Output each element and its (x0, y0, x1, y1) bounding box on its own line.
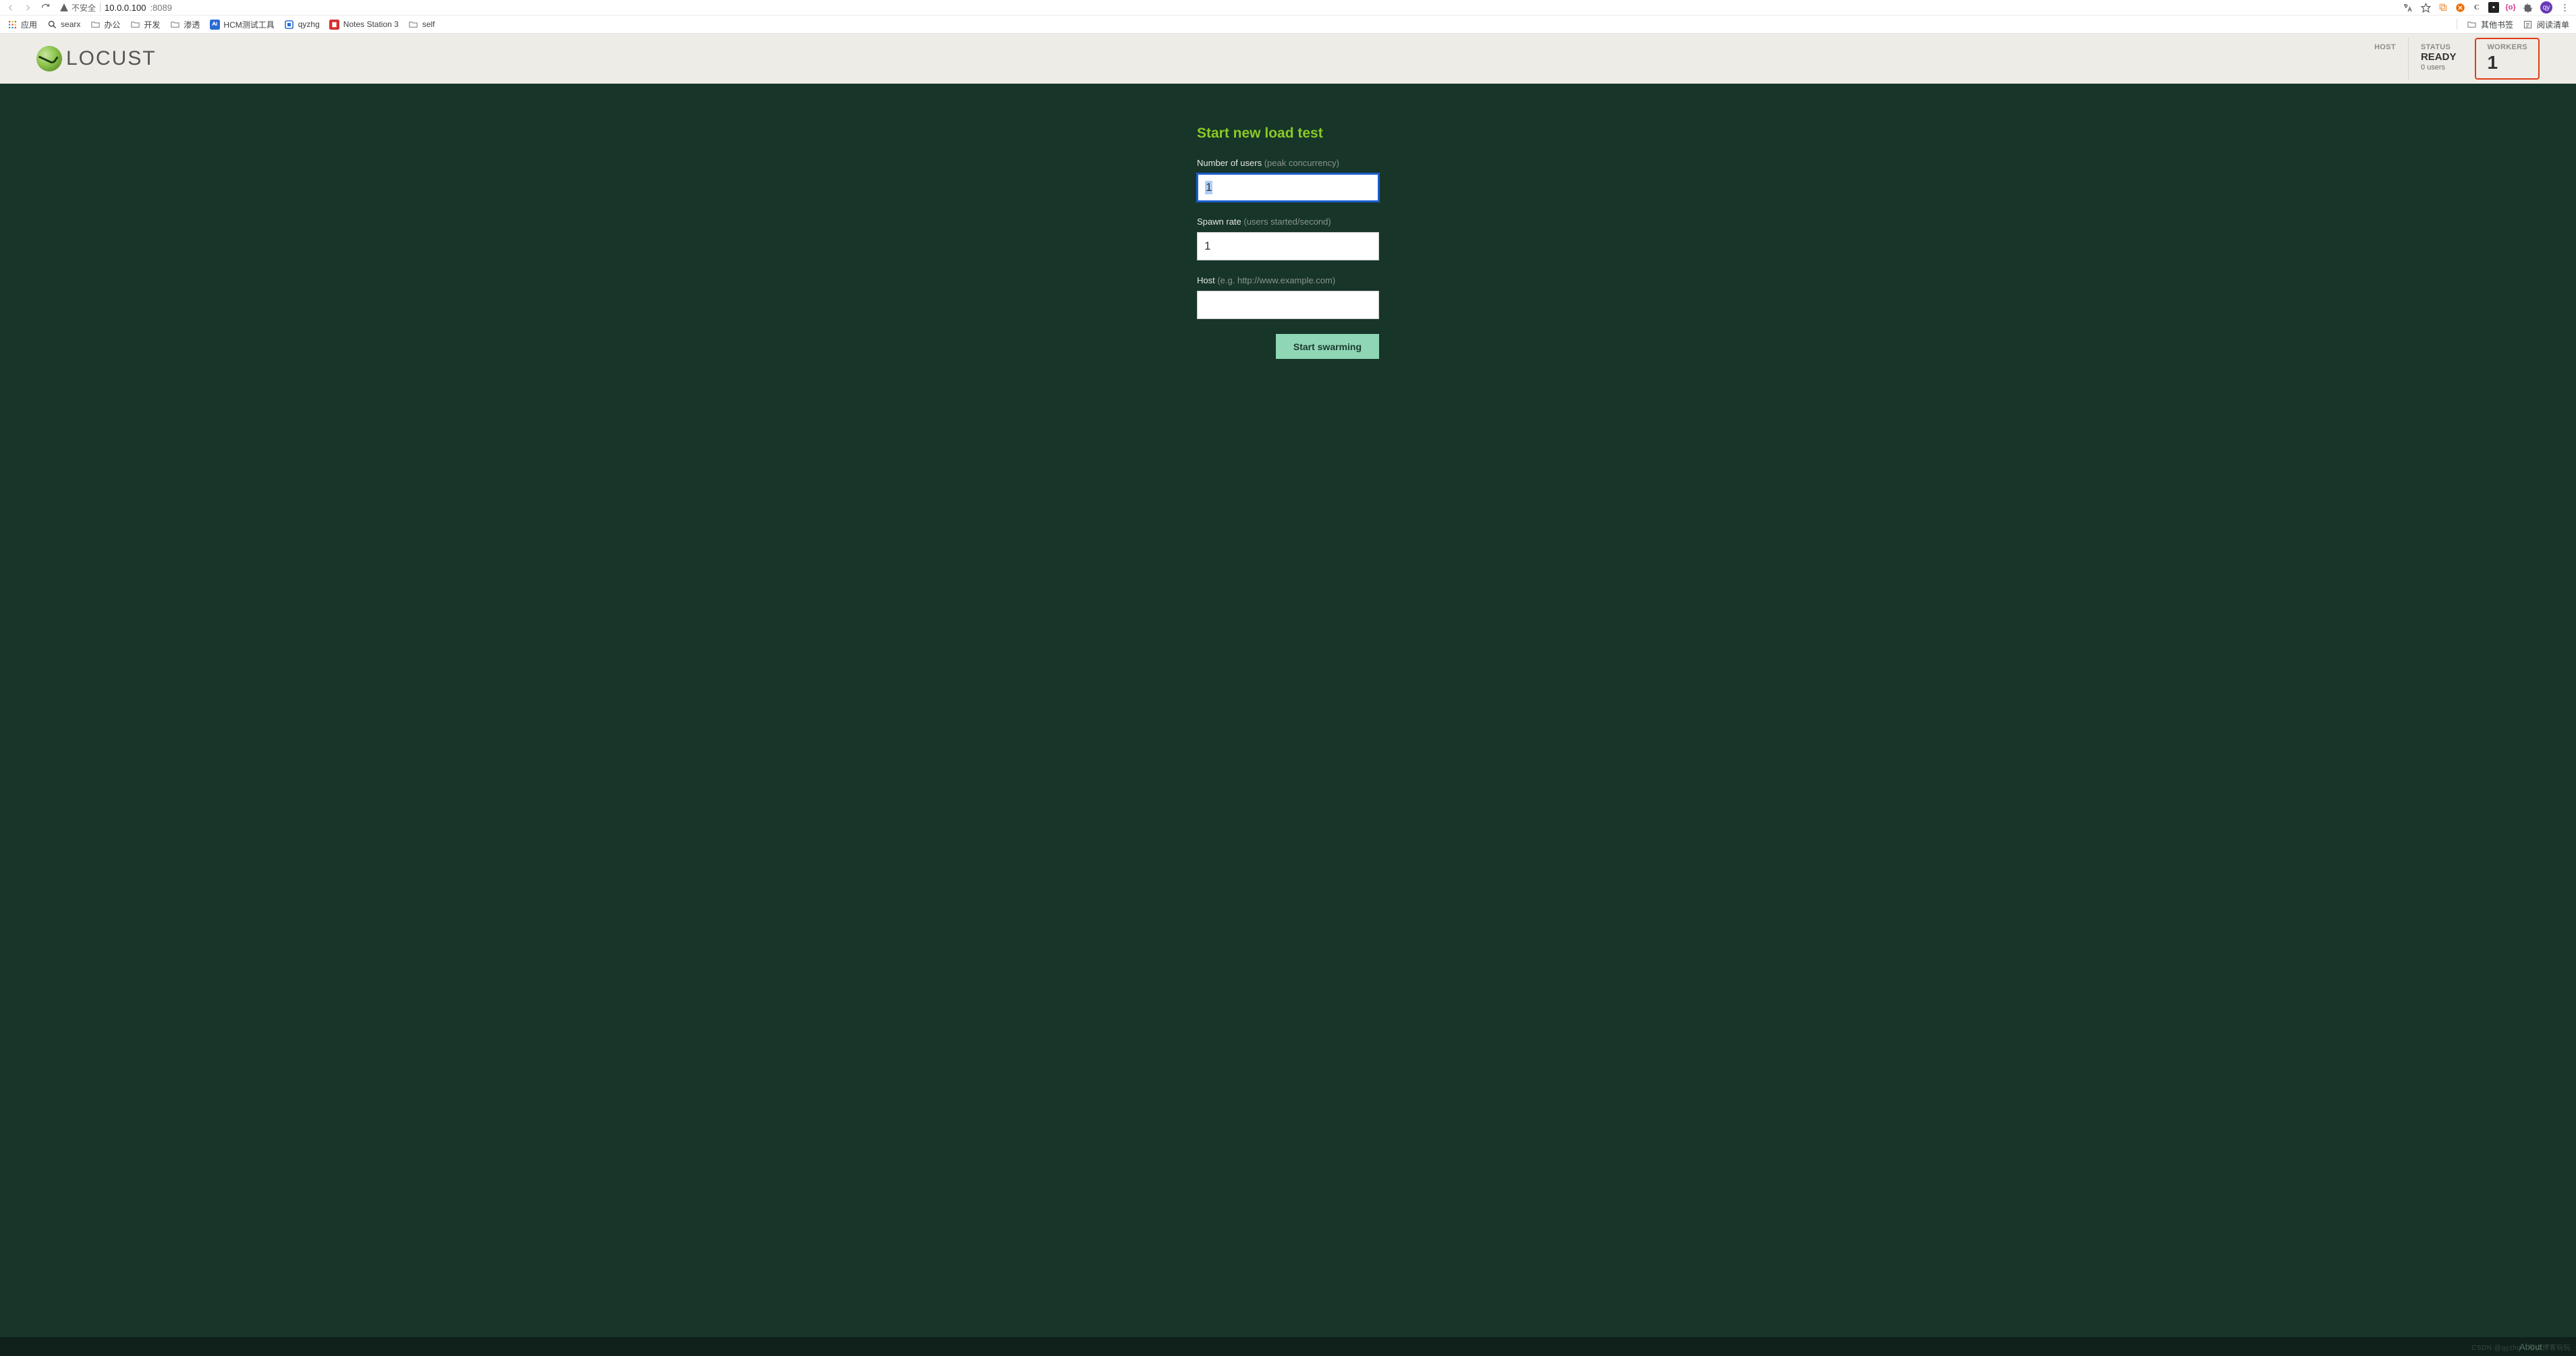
folder-icon (130, 19, 140, 30)
forward-icon[interactable] (22, 1, 34, 13)
extensions-icon[interactable] (2522, 1, 2534, 13)
reading-list-label: 阅读清单 (2537, 19, 2569, 30)
stat-subvalue: 0 users (2421, 63, 2457, 72)
address-bar[interactable]: 不安全 10.0.0.100 :8089 (59, 2, 172, 13)
users-value: 1 (1205, 181, 1212, 194)
bookmark-label: 开发 (144, 19, 160, 30)
bookmark-label: HCM测试工具 (223, 19, 274, 30)
app-icon (284, 19, 295, 30)
folder-icon (169, 19, 180, 30)
menu-icon[interactable] (2558, 1, 2571, 13)
bookmark-item[interactable]: Notes Station 3 (329, 19, 399, 30)
bookmarks-bar: 应用 searx 办公 开发 渗透 HCM测试工具 qyzhg Notes St… (0, 15, 2576, 34)
host-input[interactable] (1197, 291, 1379, 319)
users-input[interactable]: 1 (1197, 173, 1379, 202)
stat-host: HOST (2362, 38, 2408, 80)
browser-toolbar: 不安全 10.0.0.100 :8089 C ▪ {o} qy (0, 0, 2576, 15)
bookmark-label: qyzhg (298, 20, 320, 29)
stat-value: 1 (2487, 51, 2527, 74)
form-title: Start new load test (1197, 125, 1379, 142)
locust-logo-text: LOCUST (66, 47, 157, 70)
stat-workers: WORKERS 1 (2475, 38, 2540, 80)
start-form: Start new load test Number of users (pea… (1197, 125, 1379, 1356)
bookmark-label: self (422, 20, 435, 29)
separator (100, 3, 101, 12)
back-icon[interactable] (4, 1, 16, 13)
insecure-label: 不安全 (72, 2, 96, 13)
host-label: Host (e.g. http://www.example.com) (1197, 275, 1379, 285)
spawn-label: Spawn rate (users started/second) (1197, 217, 1379, 227)
folder-icon (408, 19, 419, 30)
ext-c-icon[interactable]: C (2471, 2, 2482, 13)
app-icon (209, 19, 220, 30)
bookmark-item[interactable]: qyzhg (284, 19, 320, 30)
stat-status: STATUS READY 0 users (2408, 38, 2469, 80)
reading-list[interactable]: 阅读清单 (2523, 19, 2569, 30)
bookmark-item[interactable]: 办公 (90, 19, 120, 30)
bookmark-label: 办公 (104, 19, 120, 30)
apps-grid-icon (7, 19, 18, 30)
app-icon (329, 19, 340, 30)
list-icon (2523, 19, 2533, 30)
locust-header: LOCUST HOST STATUS READY 0 users WORKERS… (0, 34, 2576, 84)
other-bookmarks[interactable]: 其他书签 (2467, 19, 2513, 30)
footer: About (0, 1337, 2576, 1356)
ext-terminal-icon[interactable]: ▪ (2488, 2, 2499, 13)
stat-label: HOST (2374, 43, 2396, 51)
profile-avatar[interactable]: qy (2540, 1, 2552, 13)
stat-label: STATUS (2421, 43, 2457, 51)
ext-warn-icon[interactable] (2455, 2, 2465, 13)
bookmark-item[interactable]: searx (47, 19, 80, 30)
url-port: :8089 (150, 3, 172, 13)
bookmark-item[interactable]: self (408, 19, 435, 30)
translate-icon[interactable] (2401, 1, 2413, 13)
apps-label: 应用 (21, 19, 37, 30)
bookmark-label: searx (61, 20, 80, 29)
insecure-badge: 不安全 (59, 2, 96, 13)
apps-button[interactable]: 应用 (7, 19, 37, 30)
locust-logo[interactable]: LOCUST (36, 46, 157, 72)
locust-logo-icon (36, 46, 62, 72)
header-stats: HOST STATUS READY 0 users WORKERS 1 (2362, 38, 2540, 80)
folder-icon (2467, 19, 2477, 30)
spawn-value: 1 (1204, 239, 1210, 253)
ext-braces-icon[interactable]: {o} (2505, 2, 2516, 13)
spawn-input[interactable]: 1 (1197, 232, 1379, 260)
ext-copy-icon[interactable] (2438, 2, 2448, 13)
search-icon (47, 19, 57, 30)
url-host: 10.0.0.100 (105, 3, 146, 13)
bookmark-item[interactable]: 渗透 (169, 19, 200, 30)
bookmark-label: Notes Station 3 (343, 20, 399, 29)
bookmark-item[interactable]: HCM测试工具 (209, 19, 274, 30)
bookmark-item[interactable]: 开发 (130, 19, 160, 30)
reload-icon[interactable] (39, 1, 51, 13)
start-swarming-button[interactable]: Start swarming (1276, 334, 1379, 359)
main-panel: Start new load test Number of users (pea… (0, 84, 2576, 1356)
stat-label: WORKERS (2487, 43, 2527, 51)
star-icon[interactable] (2419, 1, 2432, 13)
users-label: Number of users (peak concurrency) (1197, 158, 1379, 168)
toolbar-right: C ▪ {o} qy (2401, 1, 2572, 13)
bookmark-label: 渗透 (184, 19, 200, 30)
other-bookmarks-label: 其他书签 (2481, 19, 2513, 30)
watermark: CSDN @qyzhg · 写点博客玩玩 (2471, 1342, 2571, 1352)
stat-value: READY (2421, 51, 2457, 63)
folder-icon (90, 19, 101, 30)
